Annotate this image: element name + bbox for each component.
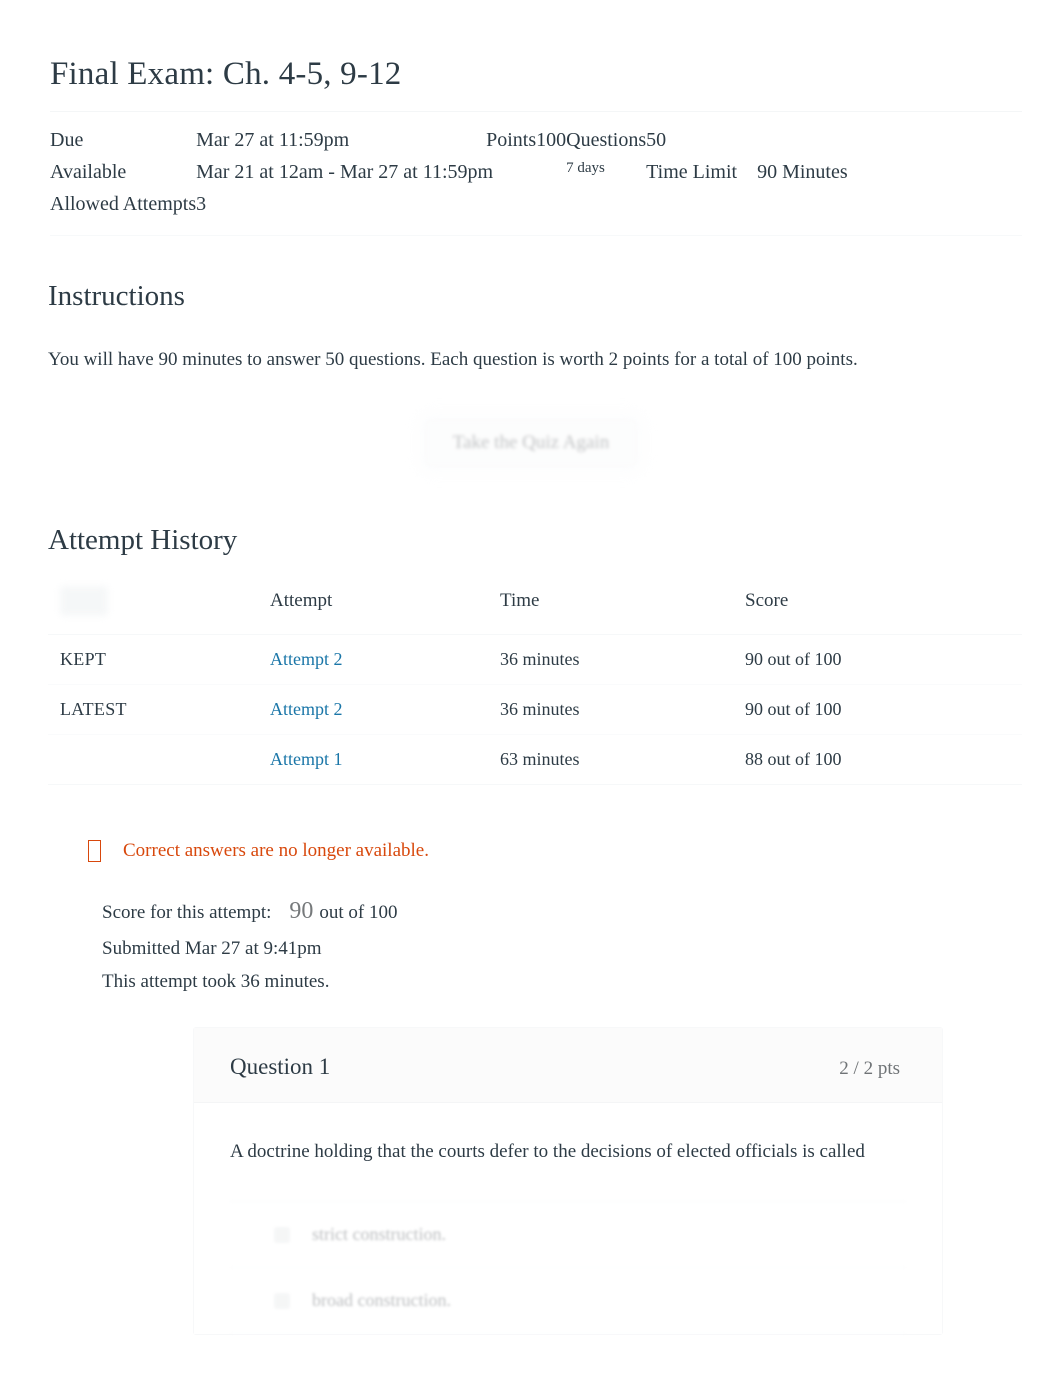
attempt-history-heading: Attempt History — [48, 523, 238, 556]
score-for-attempt-line: Score for this attempt: 90 out of 100 — [102, 890, 1022, 932]
time-limit-label: Time Limit — [646, 160, 738, 183]
question-name: Question 1 — [230, 1053, 331, 1079]
attempt-flag: KEPT — [48, 634, 270, 686]
attempt-duration-line: This attempt took 36 minutes. — [102, 971, 330, 993]
attempt-time: 36 minutes — [500, 634, 745, 686]
score-value: 90 — [289, 898, 314, 925]
quiz-meta-table: Due Mar 27 at 11:59pm Points 100 Questio… — [50, 124, 848, 221]
attempt-time: 63 minutes — [500, 734, 745, 786]
attempt-table-head: Attempt Time Score — [48, 586, 1022, 636]
allowed-attempts-value: 3 — [196, 193, 207, 216]
instructions-heading: Instructions — [48, 279, 185, 312]
column-header-flag — [48, 586, 270, 636]
attempt-history-section: Attempt History Attempt Time Score KEPT … — [40, 522, 1022, 786]
table-row: Attempt 1 63 minutes 88 out of 100 — [48, 734, 1022, 786]
column-header-attempt: Attempt — [270, 586, 500, 636]
attempt-score: 90 out of 100 — [745, 684, 1022, 736]
submitted-line: Submitted Mar 27 at 9:41pm — [102, 938, 322, 960]
time-limit-value: 90 Minutes — [757, 160, 848, 183]
answer-option-label: strict construction. — [312, 1224, 446, 1245]
points-value: 100 — [536, 128, 567, 151]
attempt-history-table: Attempt Time Score KEPT Attempt 2 36 min… — [48, 586, 1022, 786]
answer-options: strict construction. broad construction. — [230, 1201, 906, 1335]
question-points: 2 / 2 pts — [839, 1057, 900, 1079]
attempt-link[interactable]: Attempt 2 — [270, 649, 343, 669]
question-text: A doctrine holding that the courts defer… — [230, 1140, 865, 1162]
time-limit-cell: Time Limit 90 Minutes — [646, 156, 848, 188]
answers-unavailable-alert: Correct answers are no longer available. — [88, 840, 1022, 863]
available-value: Mar 21 at 12am - Mar 27 at 11:59pm — [196, 160, 494, 183]
radio-icon[interactable] — [274, 1226, 290, 1243]
radio-icon[interactable] — [274, 1292, 290, 1309]
question-header: Question 1 2 / 2 pts — [194, 1027, 942, 1103]
answer-option[interactable]: strict construction. — [230, 1202, 906, 1269]
attempt-flag: LATEST — [48, 684, 270, 736]
score-summary: Score for this attempt: 90 out of 100 Subm… — [102, 890, 1022, 999]
attempt-link-cell: Attempt 2 — [270, 684, 500, 736]
instructions-body: You will have 90 minutes to answer 50 qu… — [48, 349, 858, 371]
meta-row-attempts: Allowed Attempts 3 — [50, 188, 848, 220]
attempt-score: 90 out of 100 — [745, 634, 1022, 686]
attempt-link[interactable]: Attempt 1 — [270, 749, 343, 769]
attempt-time: 36 minutes — [500, 684, 745, 736]
attempt-score: 88 out of 100 — [745, 734, 1022, 786]
quiz-header-meta: Due Mar 27 at 11:59pm Points 100 Questio… — [50, 110, 1022, 236]
attempt-link[interactable]: Attempt 2 — [270, 699, 343, 719]
warning-icon — [88, 840, 101, 863]
attempt-table-body: KEPT Attempt 2 36 minutes 90 out of 100 … — [48, 634, 1022, 786]
table-row: KEPT Attempt 2 36 minutes 90 out of 100 — [48, 634, 1022, 686]
answers-unavailable-text: Correct answers are no longer available. — [123, 840, 429, 862]
due-label: Due — [50, 128, 84, 151]
meta-row-available: Available Mar 21 at 12am - Mar 27 at 11:… — [50, 156, 848, 188]
take-quiz-again-button[interactable]: Take the Quiz Again — [425, 419, 637, 466]
points-label: Points — [486, 128, 537, 151]
question-card: Question 1 2 / 2 pts A doctrine holding … — [193, 1026, 943, 1336]
attempt-link-cell: Attempt 1 — [270, 734, 500, 786]
column-header-score: Score — [745, 586, 1022, 636]
score-label: Score for this attempt: — [102, 902, 272, 924]
attempt-link-cell: Attempt 2 — [270, 634, 500, 686]
available-duration: 7 days — [566, 159, 605, 176]
question-body: A doctrine holding that the courts defer… — [194, 1102, 942, 1335]
attempt-table-header-row: Attempt Time Score — [48, 586, 1022, 636]
answer-option[interactable]: broad construction. — [230, 1268, 906, 1335]
score-suffix: out of 100 — [319, 902, 398, 924]
table-row: LATEST Attempt 2 36 minutes 90 out of 10… — [48, 684, 1022, 736]
quiz-results-page: Final Exam: Ch. 4-5, 9-12 Due Mar 27 at … — [0, 0, 1062, 1377]
questions-value: 50 — [646, 128, 667, 151]
column-header-time: Time — [500, 586, 745, 636]
questions-label: Questions — [566, 128, 647, 151]
retake-button-wrap: Take the Quiz Again — [40, 419, 1022, 466]
answer-option-label: broad construction. — [312, 1290, 451, 1311]
allowed-attempts-label: Allowed Attempts — [50, 193, 197, 216]
available-label: Available — [50, 160, 127, 183]
latest-badge-icon — [60, 586, 108, 617]
page-title: Final Exam: Ch. 4-5, 9-12 — [50, 56, 402, 92]
attempt-flag — [48, 734, 270, 786]
due-value: Mar 27 at 11:59pm — [196, 128, 350, 151]
meta-row-due: Due Mar 27 at 11:59pm Points 100 Questio… — [50, 124, 848, 156]
